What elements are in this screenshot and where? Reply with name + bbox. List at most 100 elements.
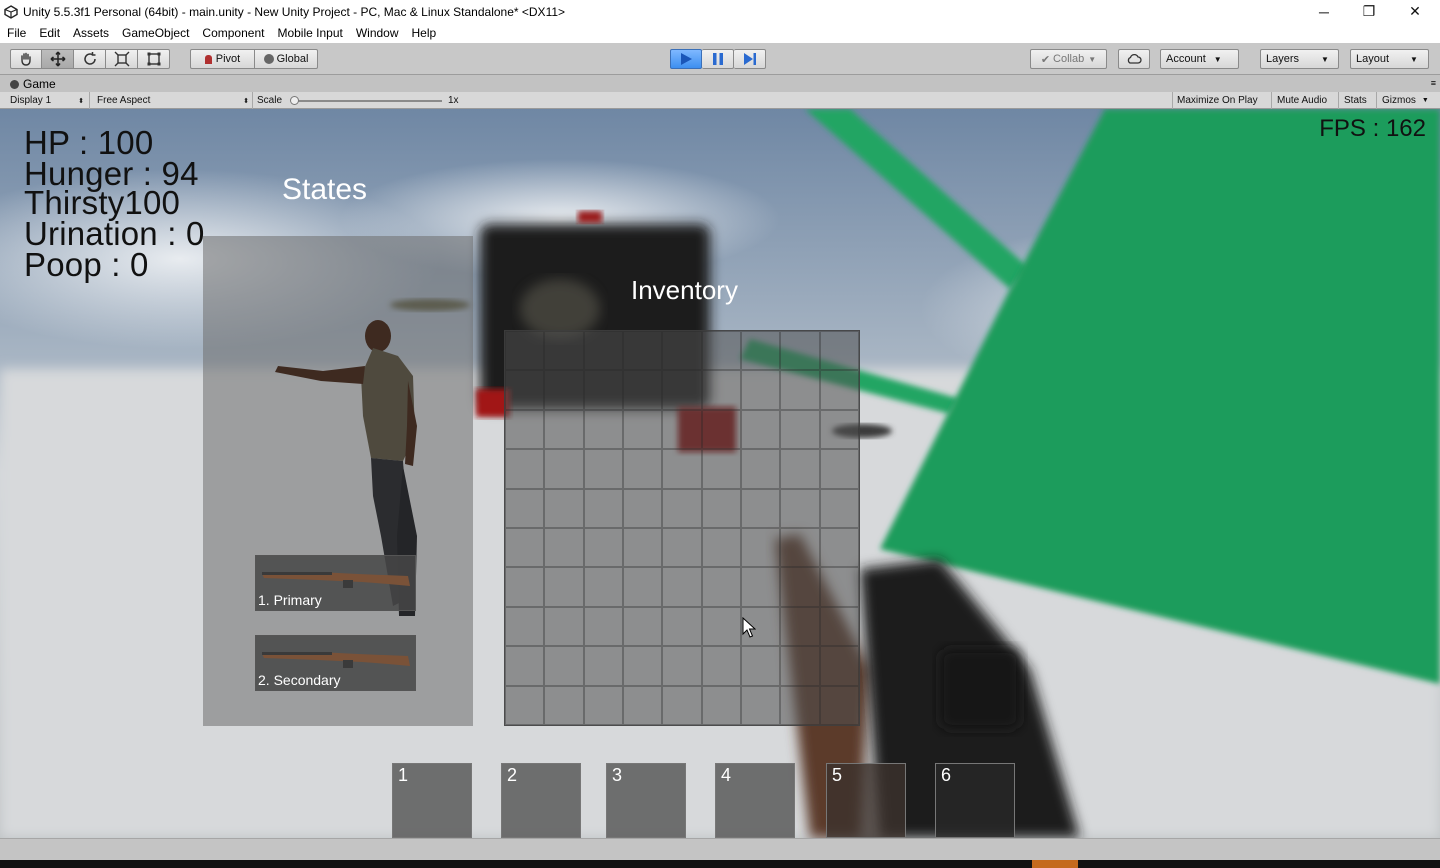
inventory-cell[interactable] (740, 370, 781, 410)
inventory-cell[interactable] (780, 606, 820, 647)
inventory-cell[interactable] (622, 646, 663, 686)
inventory-cell[interactable] (622, 449, 663, 489)
inventory-cell[interactable] (780, 331, 820, 371)
inventory-cell[interactable] (583, 488, 623, 528)
taskbar-active-app[interactable] (1032, 860, 1078, 868)
pivot-toggle[interactable]: Pivot (190, 49, 255, 69)
inventory-cell[interactable] (662, 488, 702, 528)
inventory-cell[interactable] (819, 685, 859, 725)
hotbar-slot-5[interactable]: 5 (826, 763, 906, 838)
inventory-cell[interactable] (780, 409, 820, 450)
inventory-cell[interactable] (740, 331, 781, 371)
inventory-cell[interactable] (740, 528, 781, 568)
inventory-cell[interactable] (622, 685, 663, 725)
stats-toggle[interactable]: Stats (1340, 93, 1371, 108)
scale-slider-thumb[interactable] (290, 96, 299, 105)
inventory-cell[interactable] (505, 685, 545, 725)
inventory-cell[interactable] (583, 646, 623, 686)
inventory-cell[interactable] (740, 449, 781, 489)
play-button[interactable] (670, 49, 702, 69)
inventory-cell[interactable] (544, 370, 584, 410)
primary-weapon-slot[interactable]: 1. Primary (255, 555, 416, 611)
inventory-cell[interactable] (701, 370, 741, 410)
gizmos-dropdown[interactable]: Gizmos ▼ (1378, 93, 1433, 108)
menu-component[interactable]: Component (195, 26, 270, 40)
inventory-cell[interactable] (662, 331, 702, 371)
inventory-cell[interactable] (662, 528, 702, 568)
inventory-cell[interactable] (583, 370, 623, 410)
rect-tool-button[interactable] (138, 49, 170, 69)
step-button[interactable] (734, 49, 766, 69)
inventory-cell[interactable] (583, 409, 623, 450)
inventory-cell[interactable] (622, 567, 663, 607)
inventory-cell[interactable] (740, 646, 781, 686)
inventory-cell[interactable] (505, 331, 545, 371)
inventory-cell[interactable] (505, 646, 545, 686)
layout-dropdown[interactable]: Layout ▼ (1350, 49, 1429, 69)
hotbar-slot-1[interactable]: 1 (392, 763, 472, 838)
inventory-cell[interactable] (780, 567, 820, 607)
inventory-cell[interactable] (780, 685, 820, 725)
menu-edit[interactable]: Edit (32, 26, 66, 40)
inventory-cell[interactable] (740, 567, 781, 607)
inventory-cell[interactable] (662, 449, 702, 489)
inventory-cell[interactable] (701, 567, 741, 607)
minimize-button[interactable]: ─ (1301, 0, 1347, 23)
inventory-cell[interactable] (505, 449, 545, 489)
inventory-cell[interactable] (583, 685, 623, 725)
aspect-dropdown[interactable]: Free Aspect ⬍ (93, 93, 251, 108)
inventory-cell[interactable] (505, 488, 545, 528)
account-dropdown[interactable]: Account ▼ (1160, 49, 1239, 69)
hotbar-slot-6[interactable]: 6 (935, 763, 1015, 838)
inventory-cell[interactable] (583, 606, 623, 647)
inventory-cell[interactable] (780, 449, 820, 489)
inventory-cell[interactable] (780, 370, 820, 410)
tab-game[interactable]: Game (10, 77, 56, 91)
inventory-cell[interactable] (583, 567, 623, 607)
inventory-cell[interactable] (701, 606, 741, 647)
inventory-cell[interactable] (544, 449, 584, 489)
restore-button[interactable]: ❐ (1346, 0, 1392, 23)
inventory-cell[interactable] (819, 646, 859, 686)
inventory-cell[interactable] (701, 331, 741, 371)
inventory-cell[interactable] (701, 488, 741, 528)
inventory-cell[interactable] (662, 685, 702, 725)
inventory-cell[interactable] (544, 528, 584, 568)
cloud-button[interactable] (1118, 49, 1150, 69)
mute-audio-toggle[interactable]: Mute Audio (1273, 93, 1331, 108)
inventory-cell[interactable] (583, 528, 623, 568)
inventory-cell[interactable] (819, 567, 859, 607)
menu-help[interactable]: Help (405, 26, 443, 40)
menu-window[interactable]: Window (349, 26, 405, 40)
inventory-cell[interactable] (701, 528, 741, 568)
inventory-cell[interactable] (740, 488, 781, 528)
inventory-cell[interactable] (819, 606, 859, 647)
inventory-cell[interactable] (622, 606, 663, 647)
close-button[interactable]: ✕ (1392, 0, 1438, 23)
inventory-cell[interactable] (701, 685, 741, 725)
menu-assets[interactable]: Assets (66, 26, 115, 40)
pause-button[interactable] (702, 49, 734, 69)
inventory-cell[interactable] (622, 331, 663, 371)
hotbar-slot-2[interactable]: 2 (501, 763, 581, 838)
game-viewport[interactable]: HP : 100 Hunger : 94 Thirsty100 Urinatio… (0, 109, 1440, 838)
inventory-cell[interactable] (622, 528, 663, 568)
inventory-cell[interactable] (622, 488, 663, 528)
inventory-cell[interactable] (819, 449, 859, 489)
inventory-cell[interactable] (505, 370, 545, 410)
inventory-cell[interactable] (505, 606, 545, 647)
inventory-cell[interactable] (544, 646, 584, 686)
collab-dropdown[interactable]: ✔ Collab ▼ (1030, 49, 1107, 69)
hand-tool-button[interactable] (10, 49, 42, 69)
inventory-cell[interactable] (622, 370, 663, 410)
menu-mobile-input[interactable]: Mobile Input (270, 26, 348, 40)
inventory-cell[interactable] (819, 528, 859, 568)
move-tool-button[interactable] (42, 49, 74, 69)
inventory-cell[interactable] (740, 685, 781, 725)
inventory-cell[interactable] (544, 567, 584, 607)
inventory-cell[interactable] (819, 488, 859, 528)
menu-gameobject[interactable]: GameObject (115, 26, 195, 40)
hotbar-slot-4[interactable]: 4 (715, 763, 795, 838)
scale-slider[interactable] (292, 100, 442, 102)
inventory-cell[interactable] (505, 567, 545, 607)
